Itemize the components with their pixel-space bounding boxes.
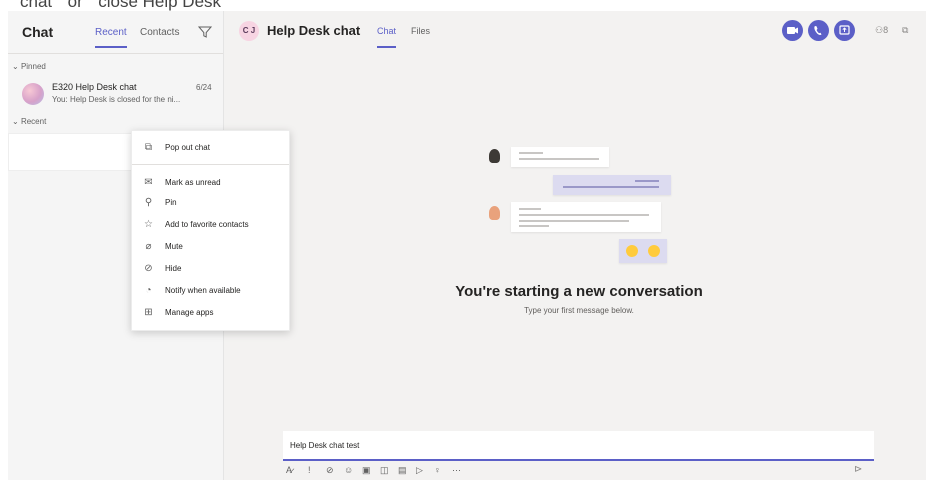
- compose-text[interactable]: Help Desk chat test: [290, 441, 359, 450]
- video-camera-icon: [787, 27, 798, 34]
- menu-item-label: Add to favorite contacts: [165, 220, 249, 229]
- pinned-chat-item[interactable]: E320 Help Desk chat 6/24 You: Help Desk …: [8, 79, 223, 113]
- empty-state-title: You're starting a new conversation: [455, 283, 703, 300]
- menu-item-label: Manage apps: [165, 308, 214, 317]
- chevron-down-icon: ⌄: [12, 62, 21, 71]
- menu-item-notify[interactable]: ◔ Notify when available: [132, 282, 289, 302]
- mark-unread-icon: ✉: [144, 177, 153, 188]
- pinned-section-label: ⌄ Pinned: [12, 62, 46, 71]
- menu-item-label: Mute: [165, 242, 183, 251]
- menu-item-label: Mark as unread: [165, 178, 221, 187]
- compose-toolbar: A̷ ! ⊘ ☺ ▣ ◫ ▤ ▷ ♀ ⋯ ⊳: [286, 463, 874, 477]
- tab-contacts[interactable]: Contacts: [140, 27, 179, 38]
- menu-item-pin[interactable]: ⚲ Pin: [132, 194, 289, 214]
- menu-item-mark-unread[interactable]: ✉ Mark as unread: [132, 174, 289, 194]
- message-bubble: [511, 147, 609, 167]
- pop-out-button[interactable]: ⧉: [902, 25, 908, 36]
- sticker-icon[interactable]: ◫: [380, 463, 389, 477]
- recent-label: Recent: [20, 117, 47, 126]
- filter-icon[interactable]: [198, 25, 212, 39]
- people-icon: ⚇: [875, 25, 884, 35]
- conversation-pane: C J Help Desk chat Chat Files ⚇8 ⧉ You'r…: [224, 11, 926, 480]
- send-icon[interactable]: ⊳: [854, 463, 862, 477]
- menu-item-label: Pin: [165, 198, 177, 207]
- attach-icon[interactable]: ⊘: [326, 463, 334, 477]
- praise-icon[interactable]: ♀: [434, 463, 441, 477]
- menu-item-pop-out-chat[interactable]: ⧉ Pop out chat: [132, 139, 289, 159]
- chat-date: 6/24: [196, 83, 212, 92]
- menu-item-hide[interactable]: ⊘ Hide: [132, 260, 289, 280]
- pop-out-icon: ⧉: [902, 25, 909, 35]
- audio-call-button[interactable]: [808, 20, 829, 41]
- person-avatar-icon: [489, 149, 500, 163]
- notify-icon: ◔: [145, 285, 152, 296]
- menu-item-add-favorite[interactable]: ☆ Add to favorite contacts: [132, 216, 289, 236]
- chat-list-header: Chat Recent Contacts: [8, 11, 223, 54]
- menu-item-manage-apps[interactable]: ⊞ Manage apps: [132, 304, 289, 324]
- meet-icon[interactable]: ▤: [398, 463, 407, 477]
- chat-name: E320 Help Desk chat: [52, 82, 137, 92]
- emoji-bubble: [619, 239, 667, 263]
- pin-icon: ⚲: [144, 197, 153, 208]
- message-compose-box[interactable]: Help Desk chat test: [283, 431, 874, 461]
- new-conversation-illustration: [489, 143, 679, 273]
- participants-button[interactable]: ⚇8: [875, 25, 888, 36]
- selected-chat-row[interactable]: [8, 133, 132, 171]
- share-screen-icon: [839, 25, 850, 35]
- empty-state-subtitle: Type your first message below.: [524, 306, 634, 315]
- more-options-icon[interactable]: ⋯: [452, 463, 461, 477]
- top-cut-caption: chat " or " close Help Desk ": [0, 0, 926, 11]
- message-bubble: [511, 202, 661, 232]
- chevron-down-icon: ⌄: [12, 117, 21, 126]
- recent-section-label: ⌄ Recent: [12, 117, 46, 126]
- share-screen-button[interactable]: [834, 20, 855, 41]
- chat-context-menu: ⧉ Pop out chat ✉ Mark as unread ⚲ Pin ☆ …: [131, 130, 290, 331]
- pop-out-icon: ⧉: [144, 142, 153, 153]
- participant-count: 8: [883, 25, 889, 35]
- menu-item-label: Hide: [165, 264, 182, 273]
- format-icon[interactable]: A̷: [286, 463, 292, 477]
- message-bubble: [553, 175, 671, 195]
- chat-preview: You: Help Desk is closed for the ni...: [52, 95, 181, 104]
- menu-item-label: Notify when available: [165, 286, 241, 295]
- chat-title: Chat: [22, 24, 54, 40]
- add-contact-icon: ☆: [144, 219, 153, 230]
- pinned-label: Pinned: [20, 62, 46, 71]
- conversation-title: Help Desk chat: [267, 23, 361, 38]
- video-call-button[interactable]: [782, 20, 803, 41]
- phone-icon: [814, 26, 822, 35]
- tab-files[interactable]: Files: [411, 26, 430, 36]
- gif-icon[interactable]: ▣: [362, 463, 371, 477]
- smile-emoji-icon: [648, 245, 660, 257]
- avatar: C J: [239, 21, 259, 41]
- stream-icon[interactable]: ▷: [416, 463, 423, 477]
- emoji-icon[interactable]: ☺: [344, 463, 353, 477]
- sunglasses-emoji-icon: [626, 245, 638, 257]
- mute-icon: ⌀: [145, 241, 152, 252]
- conversation-header: C J Help Desk chat Chat Files ⚇8 ⧉: [224, 11, 926, 53]
- person-avatar-icon: [489, 206, 500, 220]
- important-icon[interactable]: !: [308, 463, 311, 477]
- tab-recent[interactable]: Recent: [95, 27, 127, 48]
- tab-chat[interactable]: Chat: [377, 26, 397, 48]
- hide-icon: ⊘: [144, 263, 153, 274]
- menu-item-mute[interactable]: ⌀ Mute: [132, 238, 289, 258]
- menu-divider: [132, 164, 289, 165]
- menu-item-label: Pop out chat: [165, 143, 210, 152]
- manage-apps-icon: ⊞: [144, 307, 153, 318]
- group-avatar: [22, 83, 44, 105]
